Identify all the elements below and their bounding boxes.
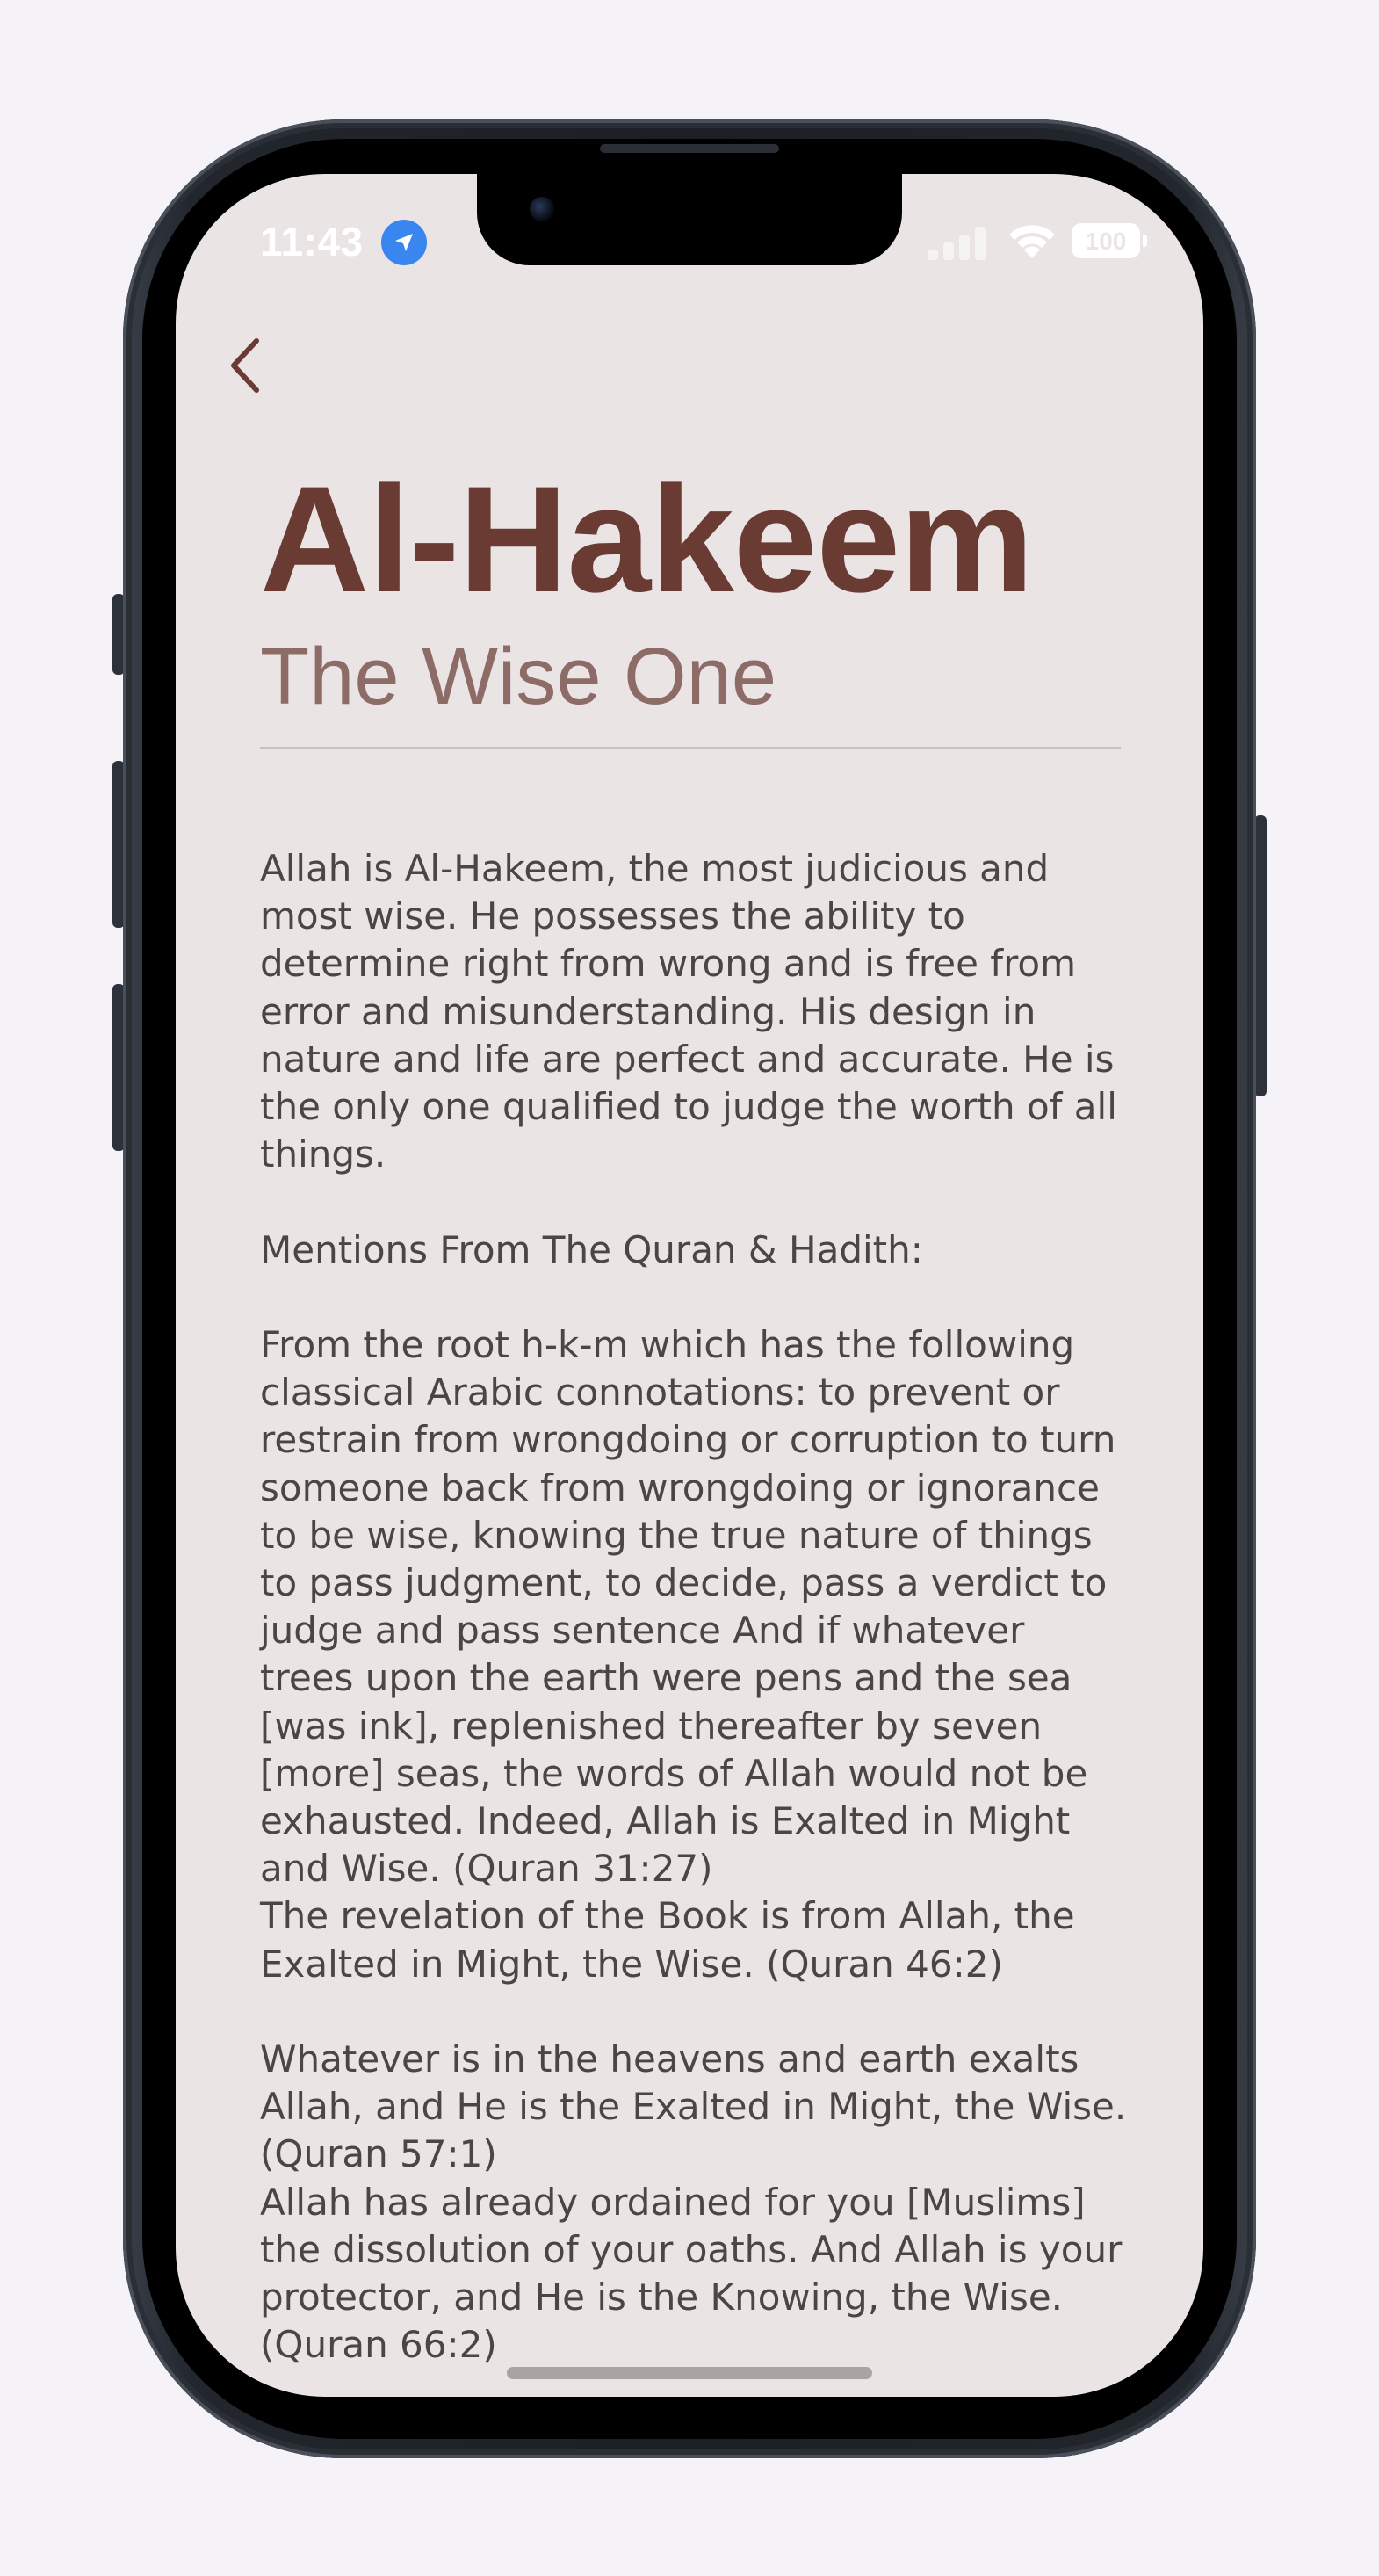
earpiece-speaker	[600, 144, 779, 153]
power-button	[1254, 815, 1267, 1096]
page-subtitle: The Wise One	[260, 632, 776, 721]
back-button[interactable]	[214, 330, 285, 401]
app-screen: 11:43 100 Al-Hakeem The Wise One Allah i…	[176, 174, 1203, 2397]
front-camera-icon	[530, 197, 554, 221]
notch	[477, 174, 902, 265]
chevron-left-icon	[231, 338, 259, 393]
cellular-signal-icon	[928, 225, 989, 260]
home-indicator[interactable]	[507, 2367, 872, 2379]
page-title: Al-Hakeem	[260, 455, 1034, 624]
title-divider	[260, 747, 1121, 749]
status-time: 11:43	[260, 219, 364, 264]
battery-icon: 100	[1072, 223, 1147, 258]
device-mockup: 11:43 100 Al-Hakeem The Wise One Allah i…	[0, 0, 1379, 2576]
wifi-icon	[1007, 220, 1058, 260]
location-arrow-icon	[381, 220, 427, 265]
description-text: Allah is Al-Hakeem, the most judicious a…	[260, 847, 1127, 2367]
name-detail-content: Al-Hakeem The Wise One Allah is Al-Hakee…	[260, 455, 1126, 2370]
battery-level: 100	[1085, 228, 1127, 255]
